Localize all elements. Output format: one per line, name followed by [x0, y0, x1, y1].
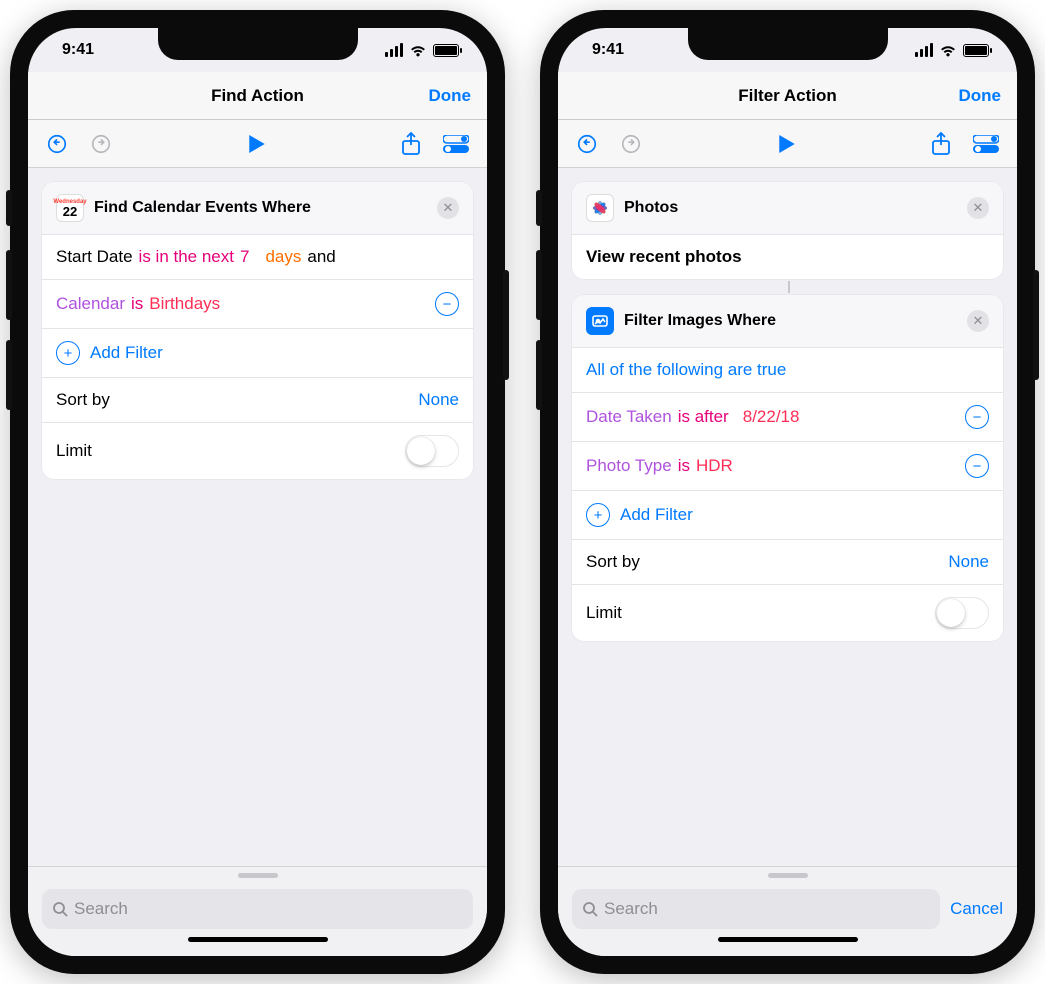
wifi-icon	[409, 44, 427, 57]
nav-title: Filter Action	[738, 86, 837, 106]
view-recent-photos-row[interactable]: View recent photos	[572, 235, 1003, 279]
find-calendar-card: Wednesday22 Find Calendar Events Where ✕…	[42, 182, 473, 479]
home-indicator[interactable]	[188, 937, 328, 942]
toolbar	[28, 120, 487, 168]
card-title: Filter Images Where	[624, 312, 967, 330]
add-filter-row[interactable]: + Add Filter	[42, 329, 473, 378]
settings-toggle-button[interactable]	[443, 135, 469, 153]
close-icon[interactable]: ✕	[967, 310, 989, 332]
search-icon	[52, 901, 68, 917]
filter-images-card: Filter Images Where ✕ All of the followi…	[572, 295, 1003, 641]
remove-filter-button[interactable]: −	[435, 292, 459, 316]
plus-icon[interactable]: +	[56, 341, 80, 365]
cancel-button[interactable]: Cancel	[950, 899, 1003, 919]
limit-row: Limit	[42, 423, 473, 479]
share-button[interactable]	[401, 132, 421, 156]
search-input[interactable]: Search	[572, 889, 940, 929]
card-title: Find Calendar Events Where	[94, 199, 437, 217]
connector-line	[572, 281, 1003, 293]
card-title: Photos	[624, 199, 967, 217]
sort-by-row[interactable]: Sort by None	[572, 540, 1003, 585]
toolbar	[558, 120, 1017, 168]
limit-switch[interactable]	[405, 435, 459, 467]
navbar: Filter Action Done	[558, 72, 1017, 120]
status-time: 9:41	[62, 41, 94, 59]
done-button[interactable]: Done	[959, 86, 1002, 106]
undo-button[interactable]	[576, 133, 598, 155]
filter-row-photo-type[interactable]: Photo Type is HDR −	[572, 442, 1003, 491]
battery-icon	[433, 44, 459, 57]
signal-icon	[385, 43, 403, 57]
limit-switch[interactable]	[935, 597, 989, 629]
bottom-drawer[interactable]: Search	[28, 866, 487, 956]
wifi-icon	[939, 44, 957, 57]
filter-action-icon	[586, 307, 614, 335]
filter-row-start-date[interactable]: Start Date is in the next 7 days and	[42, 235, 473, 280]
undo-button[interactable]	[46, 133, 68, 155]
notch	[158, 28, 358, 60]
signal-icon	[915, 43, 933, 57]
redo-button	[620, 133, 642, 155]
settings-toggle-button[interactable]	[973, 135, 999, 153]
share-button[interactable]	[931, 132, 951, 156]
close-icon[interactable]: ✕	[437, 197, 459, 219]
remove-filter-button[interactable]: −	[965, 454, 989, 478]
photos-card: Photos ✕ View recent photos	[572, 182, 1003, 279]
bottom-drawer[interactable]: Search Cancel	[558, 866, 1017, 956]
limit-row: Limit	[572, 585, 1003, 641]
status-time: 9:41	[592, 41, 624, 59]
grabber-handle[interactable]	[238, 873, 278, 878]
photos-app-icon	[586, 194, 614, 222]
close-icon[interactable]: ✕	[967, 197, 989, 219]
phone-left: 9:41 Find Action Done	[10, 10, 505, 974]
search-icon	[582, 901, 598, 917]
remove-filter-button[interactable]: −	[965, 405, 989, 429]
home-indicator[interactable]	[718, 937, 858, 942]
redo-button	[90, 133, 112, 155]
phone-right: 9:41 Filter Action Done	[540, 10, 1035, 974]
filter-row-date-taken[interactable]: Date Taken is after 8/22/18 −	[572, 393, 1003, 442]
search-input[interactable]: Search	[42, 889, 473, 929]
play-button[interactable]	[778, 135, 796, 153]
scope-row[interactable]: All of the following are true	[572, 348, 1003, 393]
add-filter-row[interactable]: + Add Filter	[572, 491, 1003, 540]
done-button[interactable]: Done	[429, 86, 472, 106]
nav-title: Find Action	[211, 86, 304, 106]
filter-row-calendar[interactable]: Calendar is Birthdays −	[42, 280, 473, 329]
sort-by-row[interactable]: Sort by None	[42, 378, 473, 423]
navbar: Find Action Done	[28, 72, 487, 120]
plus-icon[interactable]: +	[586, 503, 610, 527]
calendar-app-icon: Wednesday22	[56, 194, 84, 222]
grabber-handle[interactable]	[768, 873, 808, 878]
play-button[interactable]	[248, 135, 266, 153]
battery-icon	[963, 44, 989, 57]
notch	[688, 28, 888, 60]
